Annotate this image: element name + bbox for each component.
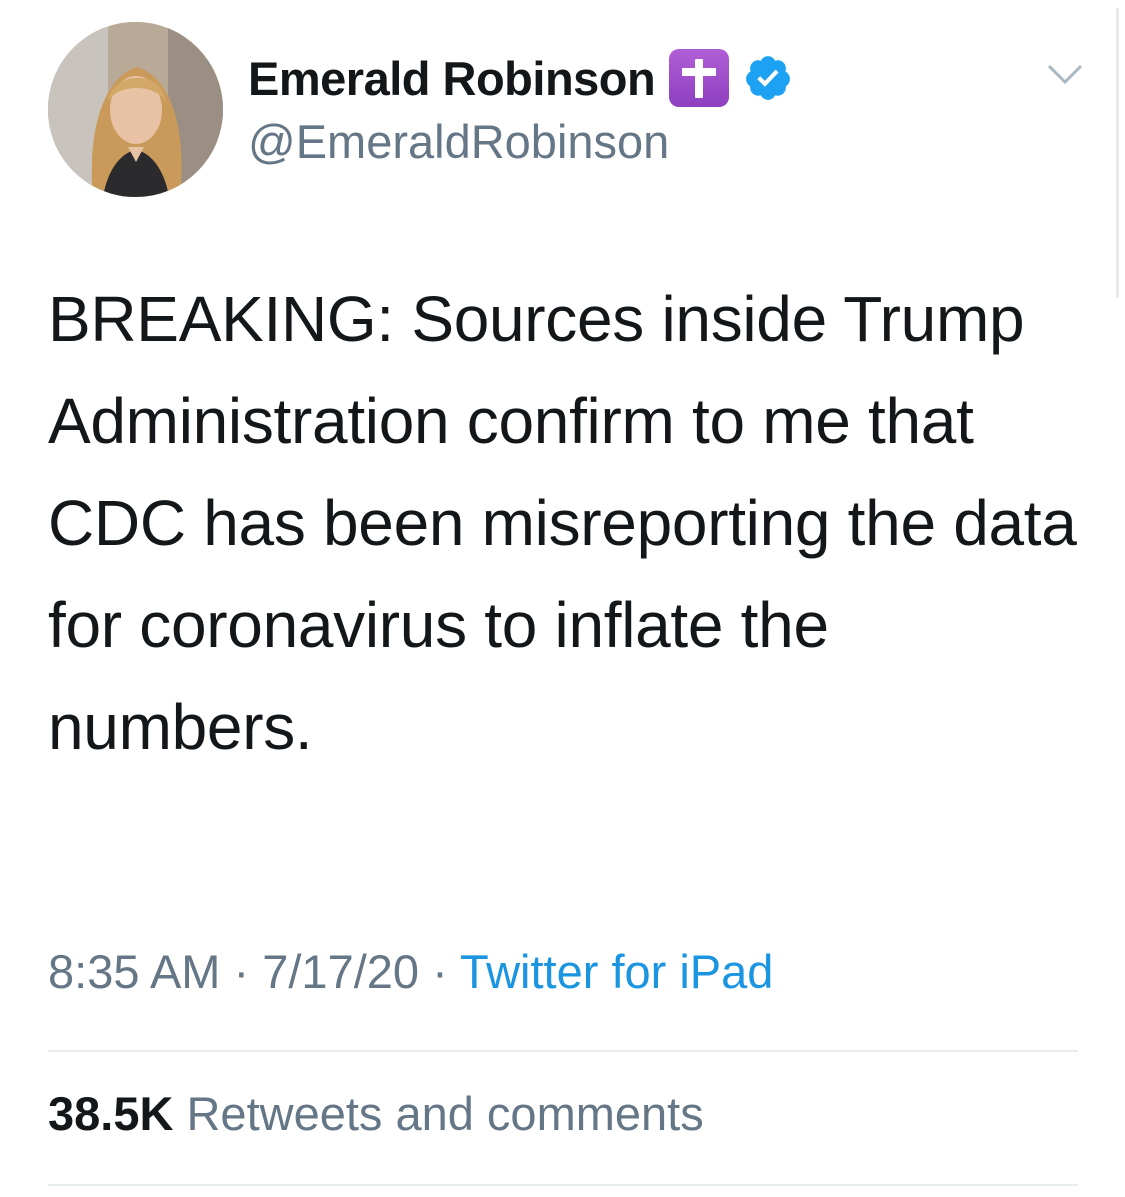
meta-separator: · <box>233 945 250 998</box>
tweet-date: 7/17/20 <box>262 945 420 998</box>
tweet-text: BREAKING: Sources inside Trump Administr… <box>48 283 1077 763</box>
author-display-name[interactable]: Emerald Robinson <box>248 51 656 106</box>
chevron-down-icon[interactable] <box>1046 60 1084 90</box>
divider <box>48 1050 1078 1052</box>
verified-badge-icon <box>746 56 791 100</box>
tweet-metadata: 8:35 AM · 7/17/20 · Twitter for iPad <box>48 944 773 999</box>
avatar[interactable] <box>48 22 223 197</box>
author-handle[interactable]: @EmeraldRobinson <box>248 114 793 169</box>
meta-separator: · <box>432 945 448 998</box>
author-block[interactable]: Emerald Robinson @EmeraldRobinson <box>248 48 793 169</box>
retweets-count: 38.5K <box>48 1087 174 1140</box>
latin-cross-icon <box>669 49 730 107</box>
scrollbar[interactable] <box>1116 8 1119 298</box>
tweet-time: 8:35 AM <box>48 945 221 998</box>
tweet-detail: Emerald Robinson @EmeraldRobinson BREAKI… <box>0 0 1125 1197</box>
retweets-stats[interactable]: 38.5K Retweets and comments <box>48 1086 704 1141</box>
author-name-row: Emerald Robinson <box>248 48 793 108</box>
retweets-label: Retweets and comments <box>186 1087 704 1140</box>
tweet-source-link[interactable]: Twitter for iPad <box>460 945 773 998</box>
divider <box>48 1184 1078 1186</box>
avatar-photo <box>48 22 223 197</box>
